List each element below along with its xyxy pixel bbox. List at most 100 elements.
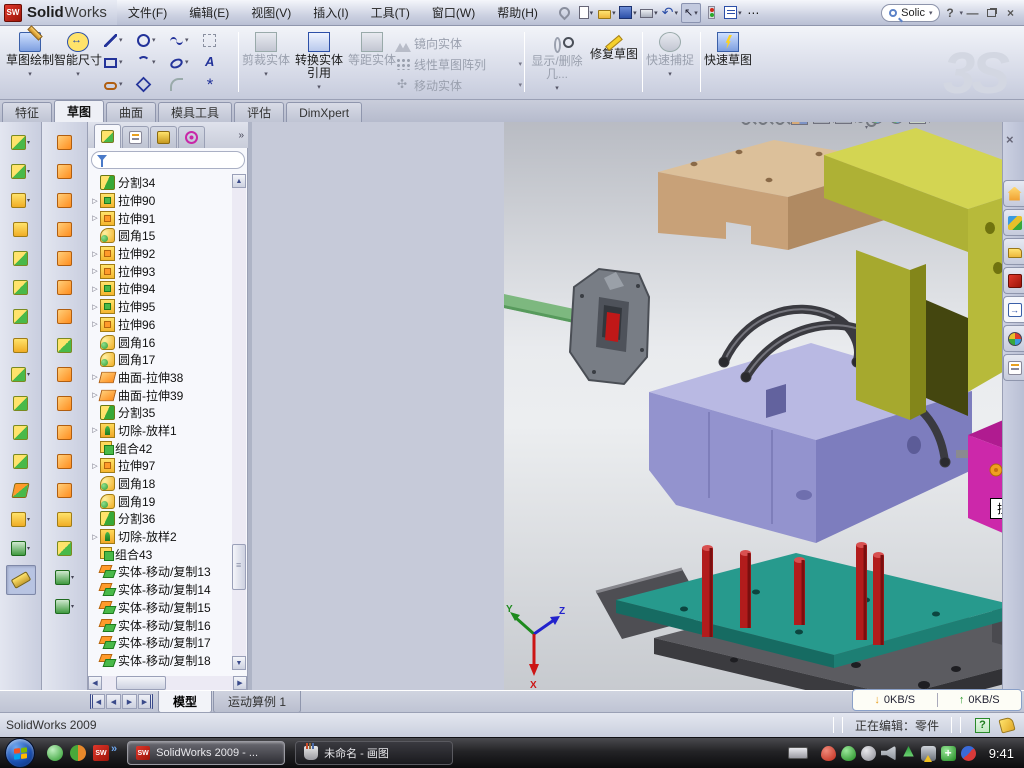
tree-item[interactable]: 圆角19 — [90, 492, 232, 510]
file-explorer-tab[interactable] — [1003, 238, 1024, 265]
text-button[interactable] — [203, 52, 233, 72]
sync-ball-icon[interactable] — [961, 746, 976, 761]
arc-button[interactable]: ▾ — [137, 52, 167, 72]
input-method-keyboard-icon[interactable] — [788, 747, 808, 759]
move-copy-body-button[interactable] — [6, 478, 36, 502]
linear-pattern-button[interactable]: ▾ — [6, 362, 36, 386]
custom-properties-tab[interactable] — [1003, 354, 1024, 381]
tab-DimXpert[interactable]: DimXpert — [286, 102, 362, 122]
chamfer-button[interactable] — [6, 217, 36, 241]
messenger-icon[interactable] — [47, 745, 63, 761]
tree-item[interactable]: ▷拉伸97 — [90, 457, 232, 475]
caret-icon[interactable]: ▾ — [76, 68, 80, 81]
tab-草图[interactable]: 草图 — [54, 100, 104, 122]
start-button[interactable] — [5, 738, 35, 768]
reference-geometry-button[interactable]: ▾ — [6, 507, 36, 531]
select-arrow-button[interactable]: ↖▾ — [681, 3, 701, 23]
scroll-up-button[interactable]: ▲ — [232, 174, 246, 188]
caret-icon[interactable]: ▾ — [590, 9, 594, 17]
caret-icon[interactable]: ▾ — [612, 9, 616, 17]
browser-icon[interactable] — [70, 745, 86, 761]
network-warning-icon[interactable] — [921, 746, 936, 761]
tree-item[interactable]: ▷切除-放样1 — [90, 422, 232, 440]
scroll-right-button[interactable]: ▶ — [233, 676, 247, 690]
scroll-left-button[interactable]: ◀ — [88, 676, 102, 690]
offset-surface-button[interactable] — [50, 304, 80, 328]
quick-snaps-button[interactable]: 快速捕捉▾ — [646, 29, 694, 95]
move-entities-button[interactable]: 移动实体▾ — [396, 75, 522, 95]
expander-icon[interactable]: ▷ — [90, 533, 100, 541]
system-gear-icon[interactable] — [861, 746, 876, 761]
tree-item[interactable]: ▷拉伸92 — [90, 245, 232, 263]
hole-wizard-button[interactable] — [6, 333, 36, 357]
appearances-tab[interactable] — [1003, 325, 1024, 352]
fillet-button[interactable]: ▾ — [6, 188, 36, 212]
curve-button[interactable]: ▾ — [6, 536, 36, 560]
point-button[interactable] — [203, 74, 233, 94]
mirror-entities-button[interactable]: 镜向实体 — [396, 33, 522, 53]
radiate-surface-button[interactable] — [50, 333, 80, 357]
tab-模具工具[interactable]: 模具工具 — [158, 102, 232, 122]
part-insert[interactable] — [968, 418, 1002, 542]
search-box[interactable]: Solic ▾ — [881, 4, 940, 22]
caret-icon[interactable]: ▾ — [317, 81, 321, 94]
hide-show-items-icon[interactable]: ▾ — [857, 122, 864, 123]
tree-item[interactable]: ▷拉伸91 — [90, 209, 232, 227]
open-button[interactable]: ▾ — [597, 3, 617, 23]
circle-button[interactable]: ▾ — [137, 30, 167, 50]
overflow-button[interactable]: ⋯ — [744, 3, 764, 23]
view-settings-icon[interactable]: ▾ — [889, 122, 904, 124]
featuremanager-tree-tab[interactable] — [94, 124, 121, 148]
part-carrier[interactable] — [504, 269, 649, 384]
display-delete-relations-button[interactable]: 显示/删除几...▾ — [528, 29, 586, 95]
expander-icon[interactable]: ▷ — [90, 462, 100, 470]
menu-文件(F)[interactable]: 文件(F) — [117, 0, 178, 25]
sketch-button[interactable]: 草图绘制▾ — [6, 29, 54, 95]
new-document-button[interactable]: ▾ — [576, 3, 596, 23]
menu-窗口(W)[interactable]: 窗口(W) — [421, 0, 486, 25]
polygon-button[interactable] — [137, 74, 167, 94]
tree-item[interactable]: 圆角18 — [90, 475, 232, 493]
extruded-boss-button[interactable]: ▾ — [6, 130, 36, 154]
cavity-button[interactable] — [50, 536, 80, 560]
taskbar-window-paint[interactable]: 未命名 - 画图 — [295, 741, 453, 765]
parting-surface-button[interactable] — [50, 449, 80, 473]
caret-icon[interactable]: ▾ — [654, 9, 658, 17]
location-icon[interactable] — [901, 746, 916, 761]
graphics-viewport[interactable]: Y Z X ▾▾▾▾▾ — × 拉伸75 — [252, 122, 1002, 690]
simulation-lights-button[interactable] — [702, 3, 722, 23]
taskbar-window-solidworks[interactable]: SWSolidWorks 2009 - ... — [127, 741, 285, 765]
options-button[interactable]: ▾ — [723, 3, 743, 23]
expander-icon[interactable]: ▷ — [90, 285, 100, 293]
section-view-icon[interactable] — [791, 122, 808, 125]
insert-folder-button[interactable]: ▾ — [50, 565, 80, 589]
rectangle-button[interactable]: ▾ — [104, 52, 134, 72]
tree-item[interactable]: 实体-移动/复制13 — [90, 563, 232, 581]
tree-horizontal-scrollbar[interactable]: ◀ ▶ — [88, 676, 247, 690]
tree-item[interactable]: 实体-移动/复制18 — [90, 652, 232, 670]
solidworks-launcher-icon[interactable]: SW — [93, 745, 109, 761]
doc-tab-运动算例 1[interactable]: 运动算例 1 — [213, 691, 301, 713]
tree-item[interactable]: 实体-移动/复制17 — [90, 634, 232, 652]
tree-item[interactable]: 组合42 — [90, 439, 232, 457]
help-button[interactable]: ? — [940, 4, 959, 21]
tree-tabs-overflow[interactable]: » — [238, 130, 244, 141]
undo-button[interactable]: ↶▾ — [660, 3, 680, 23]
tree-item[interactable]: 圆角15 — [90, 227, 232, 245]
tree-item[interactable]: 实体-移动/复制15 — [90, 599, 232, 617]
tab-曲面[interactable]: 曲面 — [106, 102, 156, 122]
tooling-split-button[interactable] — [50, 478, 80, 502]
save-button[interactable]: ▾ — [618, 3, 638, 23]
taskbar-clock[interactable]: 9:41 — [989, 746, 1014, 761]
zoom-to-area-icon[interactable] — [757, 122, 769, 125]
caret-icon[interactable]: ▾ — [694, 9, 698, 17]
edit-appearance-icon[interactable]: ▾ — [909, 122, 926, 124]
sketch-fillet-button[interactable] — [170, 74, 200, 94]
configurationmanager-tab[interactable] — [150, 126, 177, 148]
tree-item[interactable]: 分割34 — [90, 174, 232, 192]
antivirus-shield-icon[interactable] — [821, 746, 836, 761]
freeform-button[interactable]: ▾ — [50, 594, 80, 618]
tab-特征[interactable]: 特征 — [2, 102, 52, 122]
tree-vertical-scrollbar[interactable]: ▲ ▼ — [232, 174, 246, 670]
tree-item[interactable]: ▷拉伸94 — [90, 280, 232, 298]
